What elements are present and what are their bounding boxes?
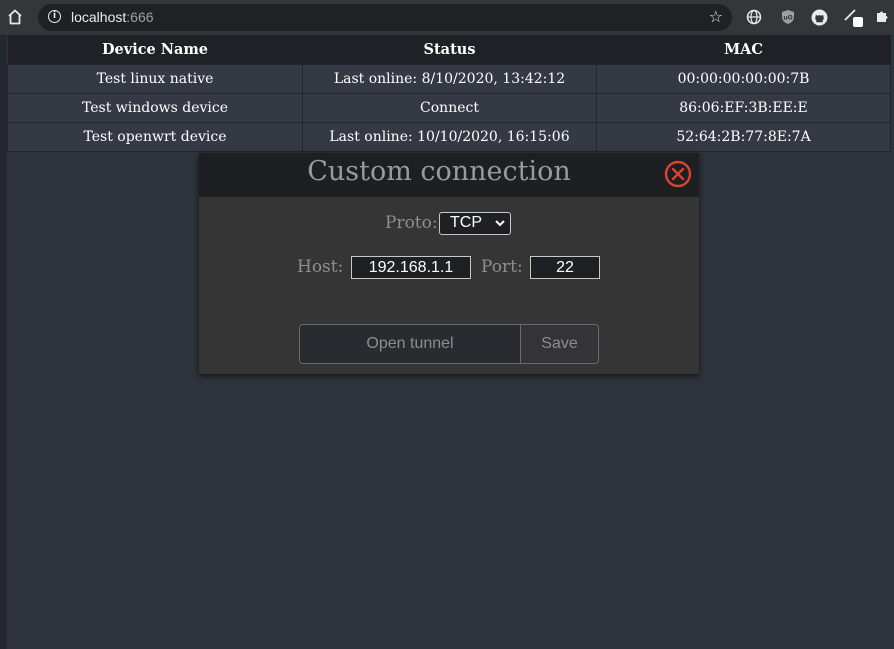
close-button[interactable]	[663, 159, 693, 189]
url-port: :666	[126, 9, 154, 25]
chevron-down-icon	[494, 214, 506, 235]
device-connect-cell[interactable]: Connect	[302, 93, 597, 123]
globe-icon	[746, 9, 762, 25]
browser-toolbar: i localhost:666 ☆ uO	[0, 0, 894, 35]
device-status-cell: Last online: 10/10/2020, 16:15:06	[302, 122, 597, 152]
column-header-status[interactable]: Status	[302, 35, 597, 65]
proto-select[interactable]: TCP	[439, 212, 511, 235]
port-input[interactable]: 22	[530, 256, 600, 279]
pen-extension-button[interactable]	[843, 6, 865, 28]
port-label: Port:	[481, 257, 523, 277]
star-icon[interactable]: ☆	[709, 7, 723, 26]
host-label: Host:	[297, 257, 344, 277]
table-row[interactable]: Test openwrt device Last online: 10/10/2…	[7, 122, 891, 152]
device-name-cell: Test linux native	[7, 64, 303, 94]
dialog-actions: Open tunnel Save	[299, 324, 599, 364]
svg-text:uO: uO	[783, 15, 792, 22]
dialog-title: Custom connection	[307, 156, 571, 187]
url-text: localhost:666	[71, 9, 154, 25]
table-row[interactable]: Test windows device Connect 86:06:EF:3B:…	[7, 93, 891, 123]
host-input[interactable]: 192.168.1.1	[351, 256, 471, 279]
proto-label: Proto:	[385, 213, 438, 233]
dialog-header: Custom connection	[199, 153, 699, 197]
pen-extension-icon	[844, 9, 863, 27]
page-content: Device Name Status MAC Test linux native…	[0, 35, 894, 649]
device-name-cell: Test openwrt device	[7, 122, 303, 152]
device-status-cell: Last online: 8/10/2020, 13:42:12	[302, 64, 597, 94]
column-header-device-name[interactable]: Device Name	[7, 35, 303, 65]
url-host: localhost	[71, 9, 127, 25]
puzzle-extensions-icon	[877, 11, 888, 22]
info-icon[interactable]: i	[48, 10, 61, 23]
proto-selected-value: TCP	[450, 214, 482, 231]
device-mac-cell: 86:06:EF:3B:EE:E	[596, 93, 891, 123]
ublock-icon: uO	[782, 10, 794, 24]
devices-table: Device Name Status MAC Test linux native…	[7, 35, 891, 152]
home-button[interactable]	[4, 6, 26, 28]
github-icon	[811, 9, 827, 25]
globe-extension-button[interactable]	[745, 8, 763, 26]
github-extension-button[interactable]	[810, 8, 828, 26]
column-header-mac[interactable]: MAC	[596, 35, 891, 65]
close-icon	[664, 160, 692, 188]
device-mac-cell: 52:64:2B:77:8E:7A	[596, 122, 891, 152]
address-bar[interactable]: i localhost:666 ☆	[38, 4, 732, 31]
home-icon	[8, 9, 22, 25]
extensions-button[interactable]	[873, 8, 891, 26]
save-button[interactable]: Save	[521, 325, 598, 363]
page-left-edge	[0, 35, 7, 649]
custom-connection-dialog: Custom connection Proto: TCP Host: 192.1…	[199, 153, 699, 374]
open-tunnel-button[interactable]: Open tunnel	[300, 325, 521, 363]
table-row[interactable]: Test linux native Last online: 8/10/2020…	[7, 64, 891, 94]
table-header-row: Device Name Status MAC	[7, 35, 891, 65]
ublock-extension-button[interactable]: uO	[779, 8, 797, 26]
device-name-cell: Test windows device	[7, 93, 303, 123]
device-mac-cell: 00:00:00:00:00:7B	[596, 64, 891, 94]
